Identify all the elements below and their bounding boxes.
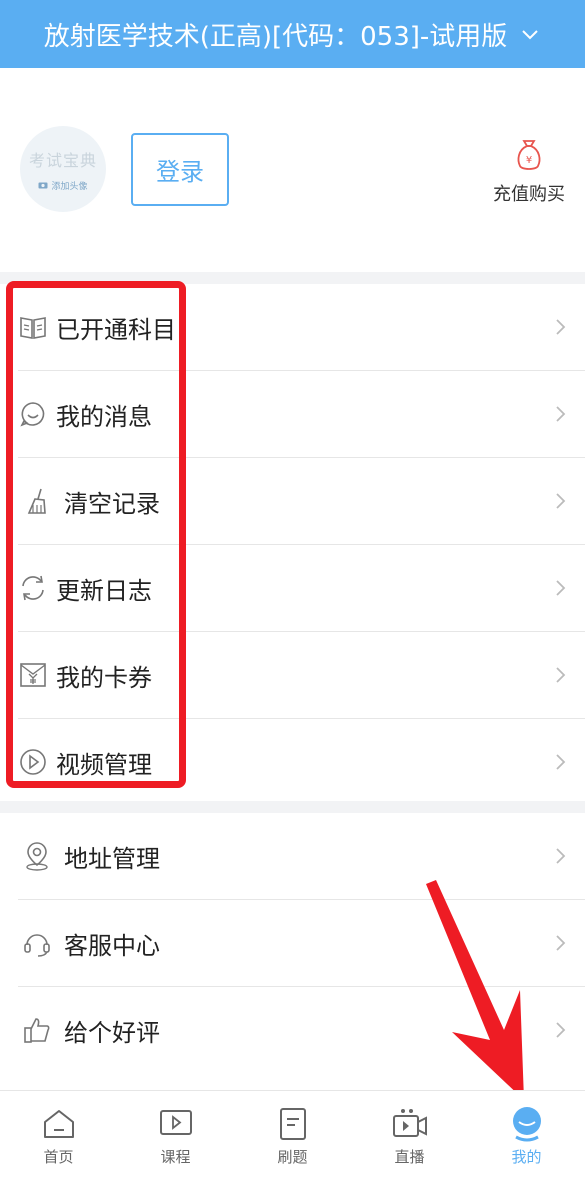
menu-item-label: 更新日志 [56,576,152,605]
tab-practice[interactable]: 刷题 [234,1091,351,1181]
live-camera-icon [392,1106,428,1142]
headset-icon [22,928,52,958]
menu-item-video-management[interactable]: 视频管理 [18,719,585,805]
menu-item-label: 清空记录 [64,489,160,518]
course-play-icon [158,1106,194,1142]
menu-item-rate-app[interactable]: 给个好评 [18,987,585,1073]
tab-live[interactable]: 直播 [351,1091,468,1181]
svg-text:¥: ¥ [526,155,532,166]
menu-item-label: 地址管理 [64,844,160,873]
camera-icon [38,182,48,189]
menu-item-coupons[interactable]: 我的卡券 [18,632,585,719]
menu-item-messages[interactable]: 我的消息 [18,371,585,458]
message-bubble-icon [18,399,48,429]
money-bag-icon: ¥ [514,138,544,176]
menu-item-label: 已开通科目 [56,315,176,344]
menu-item-subjects[interactable]: 已开通科目 [18,284,585,371]
menu-item-clear-records[interactable]: 清空记录 [18,458,585,545]
profile-icon [509,1106,545,1142]
chevron-right-icon [556,406,566,422]
add-avatar-hint: 添加头像 [38,179,88,192]
menu-item-label: 我的消息 [56,402,152,431]
menu-item-label: 客服中心 [64,931,160,960]
chevron-right-icon [556,848,566,864]
chevron-down-icon [519,23,541,45]
coupon-icon [18,660,48,690]
broom-icon [24,486,54,516]
book-icon [18,312,48,342]
menu-item-changelog[interactable]: 更新日志 [18,545,585,632]
refresh-icon [18,573,48,603]
chevron-right-icon [556,935,566,951]
recharge-button[interactable]: ¥ 充值购买 [484,138,574,208]
menu-item-address[interactable]: 地址管理 [18,813,585,900]
home-icon [41,1106,77,1142]
bottom-tab-bar: 首页 课程 刷题 直播 我的 [0,1090,585,1181]
menu-group-account: 已开通科目 我的消息 清空记录 更新日志 我的卡券 视频管理 [0,284,585,805]
document-icon [275,1106,311,1142]
menu-item-label: 视频管理 [56,750,152,779]
tab-home[interactable]: 首页 [0,1091,117,1181]
chevron-right-icon [556,754,566,770]
section-separator [0,801,585,813]
avatar[interactable]: 考试宝典 添加头像 [20,126,106,212]
chevron-right-icon [556,1022,566,1038]
play-circle-icon [18,747,48,777]
thumbs-up-icon [22,1015,52,1045]
chevron-right-icon [556,493,566,509]
chevron-right-icon [556,319,566,335]
section-separator [0,272,585,284]
chevron-right-icon [556,667,566,683]
login-button[interactable]: 登录 [131,133,229,206]
profile-section: 考试宝典 添加头像 登录 ¥ 充值购买 [0,68,585,272]
menu-item-label: 我的卡券 [56,663,152,692]
recharge-label: 充值购买 [493,184,565,205]
menu-item-label: 给个好评 [64,1018,160,1047]
menu-group-service: 地址管理 客服中心 给个好评 [0,813,585,1073]
tab-mine[interactable]: 我的 [468,1091,585,1181]
avatar-brand-text: 考试宝典 [28,150,97,170]
subject-header[interactable]: 放射医学技术(正高)[代码：053]-试用版 [0,0,585,68]
chevron-right-icon [556,580,566,596]
location-pin-icon [22,841,52,871]
header-title: 放射医学技术(正高)[代码：053]-试用版 [43,21,508,52]
tab-courses[interactable]: 课程 [117,1091,234,1181]
menu-item-customer-service[interactable]: 客服中心 [18,900,585,987]
